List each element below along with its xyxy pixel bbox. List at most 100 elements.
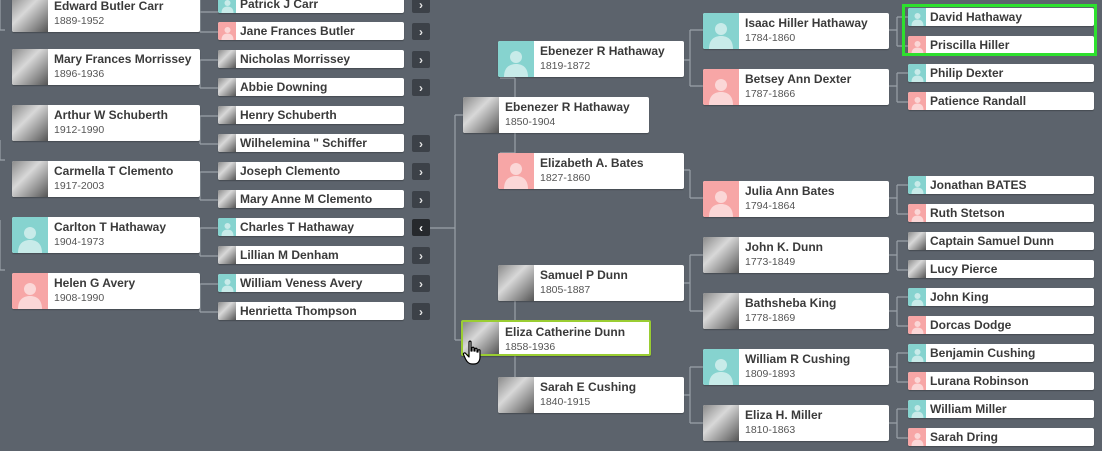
person-card-william-cushing[interactable]: William R Cushing 1809-1893 [703,349,889,385]
person-card-bathsheba-king[interactable]: Bathsheba King 1778-1869 [703,293,889,329]
person-card-betsey-dexter[interactable]: Betsey Ann Dexter 1787-1866 [703,69,889,105]
person-dates: 1794-1864 [745,200,796,212]
chevron-right-icon[interactable]: › [412,79,430,96]
person-card-abbie-downing[interactable]: Abbie Downing [218,78,404,96]
person-silhouette-icon [221,27,233,40]
chevron-right-icon[interactable]: › [412,275,430,292]
person-card-william-miller[interactable]: William Miller [908,400,1094,418]
person-name: Captain Samuel Dunn [930,234,1055,248]
person-card-carmella-clemento[interactable]: Carmella T Clemento 1917-2003 [12,161,200,197]
person-card-sarah-cushing[interactable]: Sarah E Cushing 1840-1915 [498,377,684,413]
person-card-helen-avery[interactable]: Helen G Avery 1908-1990 [12,273,200,309]
person-name: William Miller [930,402,1007,416]
person-placeholder-avatar [12,273,48,309]
person-photo [908,232,926,250]
person-card-dorcas-dodge[interactable]: Dorcas Dodge [908,316,1094,334]
person-card-eliza-dunn[interactable]: Eliza Catherine Dunn 1858-1936 [461,320,651,356]
person-card-benjamin-cushing[interactable]: Benjamin Cushing [908,344,1094,362]
person-card-sarah-dring[interactable]: Sarah Dring [908,428,1094,446]
person-card-william-avery[interactable]: William Veness Avery [218,274,404,292]
person-card-wilhelemina-schiffer[interactable]: Wilhelemina " Schiffer [218,134,404,152]
person-name: Sarah Dring [930,430,999,444]
person-placeholder-avatar [908,400,926,418]
person-placeholder-avatar [908,92,926,110]
person-dates: 1889-1952 [54,15,105,27]
person-name: Jonathan BATES [930,178,1027,192]
chevron-right-icon[interactable]: › [412,51,430,68]
person-card-captain-samuel-dunn[interactable]: Captain Samuel Dunn [908,232,1094,250]
person-card-philip-dexter[interactable]: Philip Dexter [908,64,1094,82]
person-dates: 1850-1904 [505,116,556,128]
person-card-patience-randall[interactable]: Patience Randall [908,92,1094,110]
chevron-left-icon[interactable]: ‹ [412,219,430,236]
person-silhouette-icon [911,321,923,334]
person-card-joseph-clemento[interactable]: Joseph Clemento [218,162,404,180]
person-card-arthur-schuberth[interactable]: Arthur W Schuberth 1912-1990 [12,105,200,141]
chevron-right-icon[interactable]: › [412,23,430,40]
person-card-edward-carr[interactable]: Edward Butler Carr 1889-1952 [12,0,200,32]
person-card-patrick-carr[interactable]: Patrick J Carr [218,0,404,13]
person-card-ebenezer-1850[interactable]: Ebenezer R Hathaway 1850-1904 [463,97,649,133]
person-photo [498,265,534,301]
person-card-lucy-pierce[interactable]: Lucy Pierce [908,260,1094,278]
person-name: Eliza Catherine Dunn [505,325,626,339]
person-photo [463,97,499,133]
person-card-charles-hathaway[interactable]: Charles T Hathaway [218,218,404,236]
pedigree-tree: Edward Butler Carr 1889-1952 Mary Frances … [0,0,1102,451]
person-silhouette-icon [504,163,528,189]
person-name: Eliza H. Miller [745,408,823,422]
person-card-david-hathaway[interactable]: David Hathaway [908,8,1094,26]
person-placeholder-avatar [703,13,739,49]
person-card-john-king[interactable]: John King [908,288,1094,306]
person-placeholder-avatar [218,0,236,13]
person-card-ebenezer-1819[interactable]: Ebenezer R Hathaway 1819-1872 [498,41,684,77]
chevron-right-icon[interactable]: › [412,247,430,264]
person-card-samuel-dunn[interactable]: Samuel P Dunn 1805-1887 [498,265,684,301]
person-placeholder-avatar [218,274,236,292]
person-card-mary-morrissey[interactable]: Mary Frances Morrissey 1896-1936 [12,49,200,85]
person-card-priscilla-hiller[interactable]: Priscilla Hiller [908,36,1094,54]
person-photo [12,0,48,32]
person-name: Mary Frances Morrissey [54,52,192,66]
person-dates: 1784-1860 [745,32,796,44]
person-card-eliza-miller[interactable]: Eliza H. Miller 1810-1863 [703,405,889,441]
chevron-right-icon[interactable]: › [412,303,430,320]
person-card-isaac-hathaway[interactable]: Isaac Hiller Hathaway 1784-1860 [703,13,889,49]
person-name: Wilhelemina " Schiffer [240,136,367,150]
person-card-carlton-hathaway[interactable]: Carlton T Hathaway 1904-1973 [12,217,200,253]
person-placeholder-avatar [12,217,48,253]
person-dates: 1819-1872 [540,60,591,72]
person-card-lurana-robinson[interactable]: Lurana Robinson [908,372,1094,390]
person-card-nicholas-morrissey[interactable]: Nicholas Morrissey [218,50,404,68]
person-name: Arthur W Schuberth [54,108,168,122]
person-card-lillian-denham[interactable]: Lillian M Denham [218,246,404,264]
person-name: Betsey Ann Dexter [745,72,852,86]
chevron-right-icon[interactable]: › [412,0,430,13]
person-silhouette-icon [709,79,733,105]
person-photo [703,293,739,329]
chevron-right-icon[interactable]: › [412,135,430,152]
person-name: Julia Ann Bates [745,184,835,198]
person-card-jane-butler[interactable]: Jane Frances Butler [218,22,404,40]
person-name: John King [930,290,989,304]
person-dates: 1858-1936 [505,341,556,353]
person-card-jonathan-bates[interactable]: Jonathan BATES [908,176,1094,194]
chevron-right-icon[interactable]: › [412,163,430,180]
person-card-john-dunn[interactable]: John K. Dunn 1773-1849 [703,237,889,273]
person-name: Jane Frances Butler [240,24,355,38]
chevron-right-icon[interactable]: › [412,191,430,208]
person-silhouette-icon [18,283,42,309]
person-name: Helen G Avery [54,276,136,290]
person-dates: 1840-1915 [540,396,591,408]
person-card-henrietta-thompson[interactable]: Henrietta Thompson [218,302,404,320]
person-card-elizabeth-bates[interactable]: Elizabeth A. Bates 1827-1860 [498,153,684,189]
person-placeholder-avatar [908,288,926,306]
person-name: Philip Dexter [930,66,1004,80]
person-card-ruth-stetson[interactable]: Ruth Stetson [908,204,1094,222]
person-name: Isaac Hiller Hathaway [745,16,868,30]
person-silhouette-icon [911,377,923,390]
person-card-mary-anne-clemento[interactable]: Mary Anne M Clemento [218,190,404,208]
person-card-henry-schuberth[interactable]: Henry Schuberth [218,106,404,124]
person-card-julia-bates[interactable]: Julia Ann Bates 1794-1864 [703,181,889,217]
person-name: Charles T Hathaway [240,220,355,234]
